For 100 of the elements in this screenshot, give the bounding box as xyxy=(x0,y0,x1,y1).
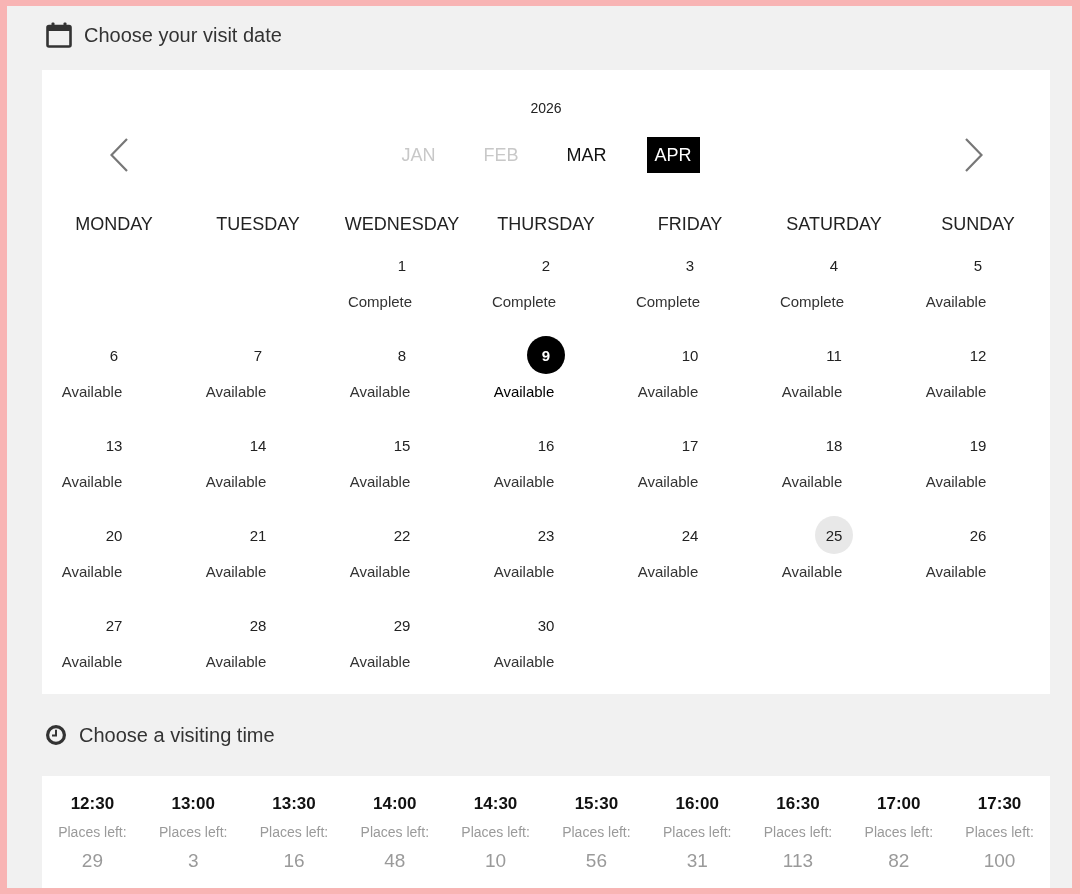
day-status: Available xyxy=(349,382,411,402)
day-number[interactable]: 3 xyxy=(671,246,709,284)
day-status: Available xyxy=(205,382,267,402)
time-option[interactable]: 14:00 xyxy=(373,794,417,814)
day-status: Available xyxy=(205,472,267,492)
day-number[interactable]: 4 xyxy=(815,246,853,284)
day-number[interactable]: 17 xyxy=(671,426,709,464)
day-status: Available xyxy=(781,382,843,402)
day-number[interactable]: 23 xyxy=(527,516,565,554)
places-left-label: Places left: xyxy=(562,823,631,841)
time-option[interactable]: 16:00 xyxy=(675,794,719,814)
day-number[interactable]: 20 xyxy=(95,516,133,554)
weekday-header: THURSDAY xyxy=(497,213,595,236)
places-count: 113 xyxy=(782,850,814,872)
day-status: Available xyxy=(61,382,123,402)
day-status: Available xyxy=(61,472,123,492)
day-number[interactable]: 19 xyxy=(959,426,997,464)
day-number[interactable]: 2 xyxy=(527,246,565,284)
day-status: Complete xyxy=(635,292,701,312)
day-number[interactable]: 28 xyxy=(239,606,277,644)
day-number[interactable]: 16 xyxy=(527,426,565,464)
day-status: Available xyxy=(781,562,843,582)
places-left-label: Places left: xyxy=(58,823,127,841)
day-number[interactable]: 1 xyxy=(383,246,421,284)
places-count: 82 xyxy=(888,850,910,872)
places-left-label: Places left: xyxy=(763,823,833,841)
time-option[interactable]: 12:30 xyxy=(70,794,115,814)
places-left-label: Places left: xyxy=(259,823,329,841)
weekday-header: SATURDAY xyxy=(786,213,882,236)
time-option[interactable]: 13:00 xyxy=(171,794,215,814)
day-status: Available xyxy=(925,472,987,492)
day-status: Available xyxy=(925,292,987,312)
day-status: Available xyxy=(493,562,555,582)
weekday-header: FRIDAY xyxy=(657,213,723,236)
day-number[interactable]: 18 xyxy=(815,426,853,464)
day-status: Available xyxy=(349,562,411,582)
day-number[interactable]: 7 xyxy=(239,336,277,374)
places-left-label: Places left: xyxy=(461,823,530,841)
day-status: Complete xyxy=(779,292,845,312)
places-count: 100 xyxy=(983,850,1016,872)
day-status: Available xyxy=(781,472,843,492)
day-number[interactable]: 9 xyxy=(527,336,565,374)
section-heading: Choose your visit date xyxy=(84,23,282,47)
day-number[interactable]: 24 xyxy=(671,516,709,554)
day-status: Available xyxy=(493,652,555,672)
day-number[interactable]: 10 xyxy=(671,336,709,374)
weekday-header: MONDAY xyxy=(75,213,153,236)
day-status: Available xyxy=(349,472,411,492)
day-number[interactable]: 5 xyxy=(959,246,997,284)
calendar-icon xyxy=(46,22,72,48)
time-option[interactable]: 13:30 xyxy=(272,794,316,814)
places-count: 29 xyxy=(81,850,103,872)
places-left-label: Places left: xyxy=(662,823,732,841)
chevron-right-icon[interactable] xyxy=(965,138,983,172)
day-status: Available xyxy=(61,562,123,582)
day-number[interactable]: 22 xyxy=(383,516,421,554)
time-option[interactable]: 17:30 xyxy=(977,794,1022,814)
day-number[interactable]: 26 xyxy=(959,516,997,554)
month-tab[interactable]: MAR xyxy=(558,137,615,173)
clock-icon xyxy=(46,725,66,745)
day-status: Available xyxy=(925,382,987,402)
places-count: 16 xyxy=(283,850,305,872)
day-number[interactable]: 12 xyxy=(959,336,997,374)
day-number[interactable]: 15 xyxy=(383,426,421,464)
day-status: Available xyxy=(493,382,555,402)
places-count: 56 xyxy=(585,850,607,872)
day-number[interactable]: 11 xyxy=(815,336,853,374)
day-number[interactable]: 21 xyxy=(239,516,277,554)
day-number[interactable]: 29 xyxy=(383,606,421,644)
time-option[interactable]: 17:00 xyxy=(877,794,921,814)
day-status: Available xyxy=(925,562,987,582)
weekday-header: SUNDAY xyxy=(941,213,1015,236)
places-count: 10 xyxy=(485,850,507,872)
places-left-label: Places left: xyxy=(360,823,430,841)
weekday-header: TUESDAY xyxy=(216,213,300,236)
day-number[interactable]: 14 xyxy=(239,426,277,464)
places-count: 3 xyxy=(187,850,199,872)
month-tab[interactable]: APR xyxy=(646,137,700,173)
day-number[interactable]: 6 xyxy=(95,336,133,374)
day-status: Complete xyxy=(491,292,557,312)
places-left-label: Places left: xyxy=(864,823,934,841)
day-status: Available xyxy=(493,472,555,492)
chevron-left-icon[interactable] xyxy=(110,138,128,172)
day-number[interactable]: 25 xyxy=(815,516,853,554)
time-option[interactable]: 14:30 xyxy=(473,794,518,814)
day-status: Available xyxy=(205,562,267,582)
section-heading: Choose a visiting time xyxy=(79,723,275,747)
places-count: 48 xyxy=(384,850,406,872)
day-status: Available xyxy=(637,472,699,492)
time-option[interactable]: 15:30 xyxy=(574,794,619,814)
year-label: 2026 xyxy=(530,99,562,118)
day-status: Available xyxy=(637,382,699,402)
places-left-label: Places left: xyxy=(158,823,228,841)
day-number[interactable]: 30 xyxy=(527,606,565,644)
day-number[interactable]: 27 xyxy=(95,606,133,644)
day-number[interactable]: 13 xyxy=(95,426,133,464)
day-status: Available xyxy=(61,652,123,672)
day-status: Complete xyxy=(347,292,413,312)
day-number[interactable]: 8 xyxy=(383,336,421,374)
time-option[interactable]: 16:30 xyxy=(776,794,820,814)
